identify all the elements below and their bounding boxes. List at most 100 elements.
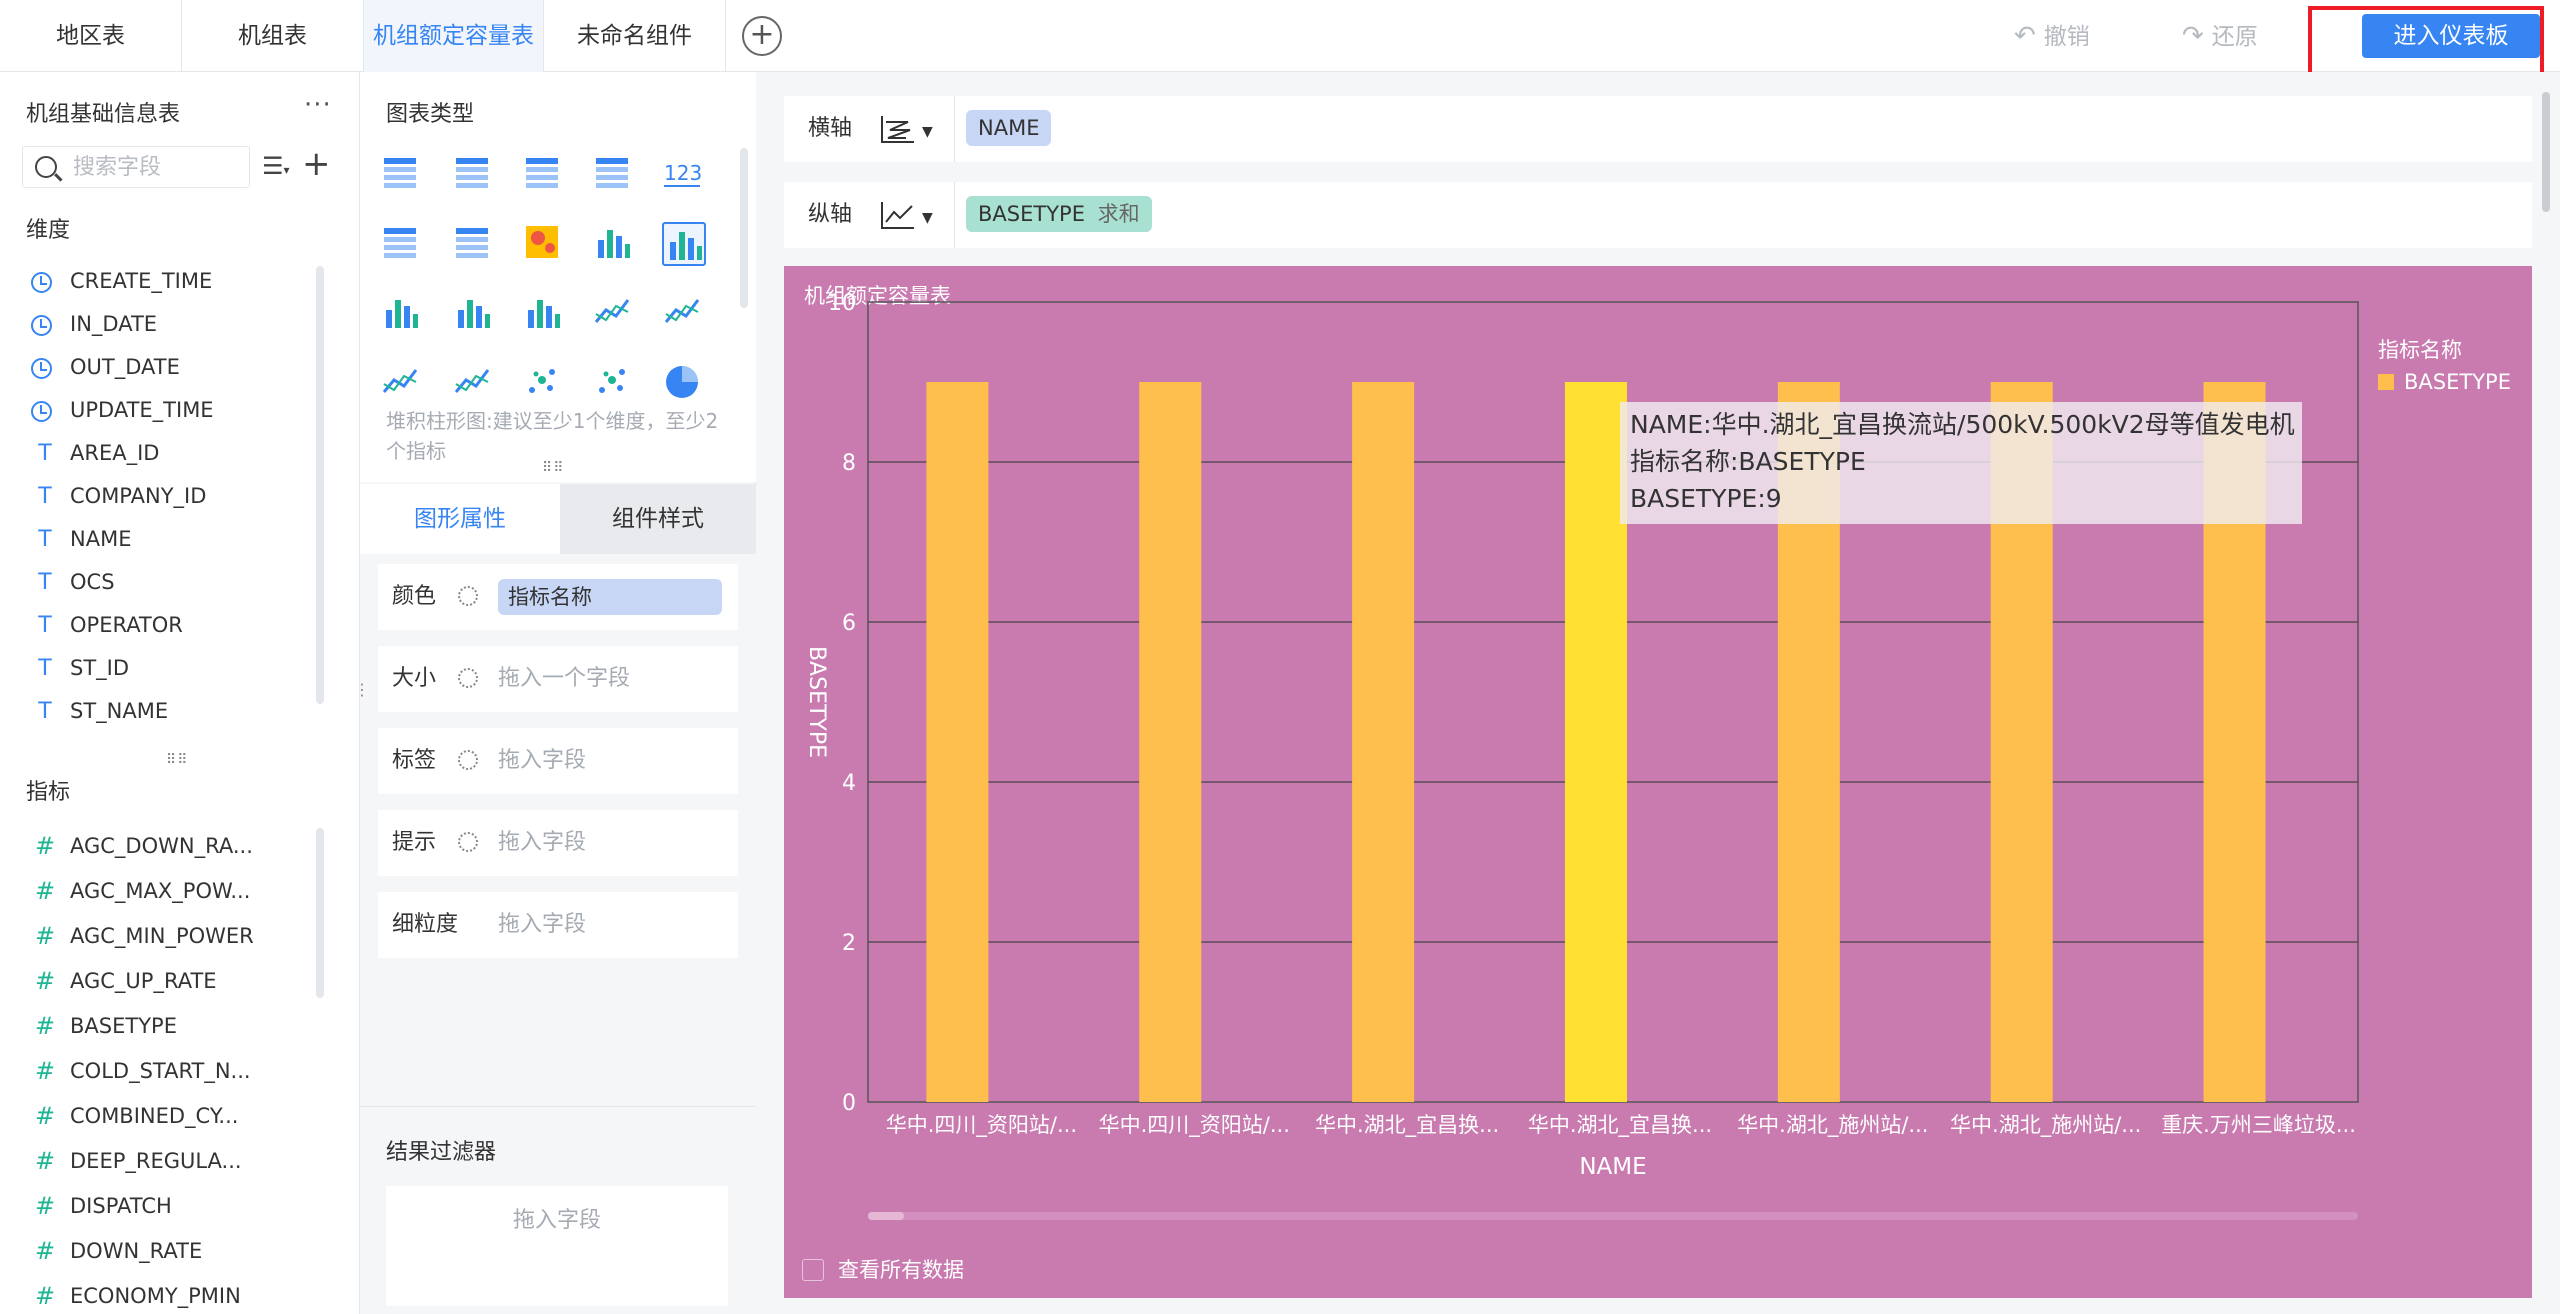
tab-shape-properties[interactable]: 图形属性 [360, 484, 560, 554]
chart-type-scrollbar[interactable] [740, 148, 748, 308]
stacked-column-icon[interactable] [592, 222, 636, 266]
y-axis-type-icon[interactable] [878, 198, 918, 232]
measure-field-label: AGC_DOWN_RA... [70, 834, 253, 858]
heatmap-icon[interactable] [522, 222, 566, 266]
add-tab-button[interactable]: + [742, 16, 782, 56]
view-all-data-checkbox[interactable]: 查看所有数据 [802, 1254, 964, 1284]
gear-icon[interactable] [458, 832, 478, 852]
tab-region-table[interactable]: 地区表 [0, 0, 182, 72]
measure-field[interactable]: # AGC_DOWN_RA... [0, 824, 330, 869]
x-axis-field-pill[interactable]: NAME [966, 110, 1052, 146]
tab-unnamed-component[interactable]: 未命名组件 [544, 0, 726, 72]
y-tick-label: 2 [842, 931, 856, 956]
bar[interactable] [1352, 382, 1415, 1102]
chevron-down-icon[interactable]: ▼ [922, 210, 933, 226]
measure-field[interactable]: # ECONOMY_PMIN [0, 1274, 330, 1314]
dimension-field[interactable]: T ST_ID [0, 647, 330, 690]
x-tick-label: 华中.湖北_施州站/... [1950, 1113, 2141, 1138]
gear-icon[interactable] [458, 750, 478, 770]
measure-field[interactable]: # COLD_START_N... [0, 1049, 330, 1094]
dimension-field[interactable]: IN_DATE [0, 303, 330, 346]
bar[interactable] [926, 382, 989, 1102]
dimension-field[interactable]: UPDATE_TIME [0, 389, 330, 432]
shape-properties: 颜色 指标名称 大小 拖入一个字段 标签 拖入字段 提示 拖入字段 细粒度 拖入… [360, 554, 756, 1174]
measure-field[interactable]: # AGC_MAX_POW... [0, 869, 330, 914]
dimension-resize-handle[interactable]: ⠿⠿ [166, 752, 189, 768]
undo-button[interactable]: ↶ 撤销 [2014, 0, 2090, 72]
dimension-field[interactable]: CREATE_TIME [0, 260, 330, 303]
x-axis-title: NAME [1579, 1154, 1646, 1180]
dimension-field[interactable]: T COMPANY_ID [0, 475, 330, 518]
granularity-dropzone[interactable]: 拖入字段 [498, 892, 586, 958]
bar[interactable] [1564, 382, 1627, 1102]
kpi-card-icon[interactable] [452, 222, 496, 266]
field-search-input[interactable] [73, 151, 243, 183]
chevron-down-icon[interactable]: ▼ [922, 124, 933, 140]
measure-scrollbar[interactable] [316, 828, 324, 998]
more-icon[interactable]: ··· [304, 90, 332, 120]
color-property[interactable]: 颜色 指标名称 [378, 564, 738, 630]
panel-resize-handle[interactable]: ⋮ [354, 680, 371, 699]
measure-field[interactable]: # AGC_MIN_POWER [0, 914, 330, 959]
label-property[interactable]: 标签 拖入字段 [378, 728, 738, 794]
chart-horizontal-scrollbar[interactable] [868, 1212, 2358, 1220]
y-axis-label: 纵轴 [808, 202, 853, 227]
detail-table-icon[interactable] [522, 152, 566, 196]
measure-field[interactable]: # DISPATCH [0, 1184, 330, 1229]
dimension-field[interactable]: T ST_NAME [0, 690, 330, 733]
line-combo-icon[interactable] [662, 292, 706, 336]
size-property[interactable]: 大小 拖入一个字段 [378, 646, 738, 712]
number-type-icon: # [34, 967, 56, 995]
pie-icon[interactable] [662, 362, 706, 406]
table-icon[interactable] [380, 152, 424, 196]
multi-indicator-icon[interactable] [380, 222, 424, 266]
gear-icon[interactable] [458, 586, 478, 606]
bubble-icon[interactable] [592, 362, 636, 406]
gear-icon[interactable] [458, 668, 478, 688]
color-field-pill[interactable]: 指标名称 [498, 579, 722, 615]
chart-type-resize-handle[interactable]: ⠿⠿ [542, 460, 565, 476]
dimension-field[interactable]: T OCS [0, 561, 330, 604]
tab-component-style[interactable]: 组件样式 [560, 484, 756, 554]
tab-unit-table[interactable]: 机组表 [182, 0, 364, 72]
redo-button[interactable]: ↷ 还原 [2182, 0, 2258, 72]
bar[interactable] [1139, 382, 1202, 1102]
label-dropzone[interactable]: 拖入字段 [498, 728, 586, 794]
sort-filter-icon[interactable]: ☰▾ [262, 152, 290, 180]
stacked-bar-icon[interactable] [452, 292, 496, 336]
scroll-thumb[interactable] [868, 1212, 904, 1220]
size-dropzone[interactable]: 拖入一个字段 [498, 646, 630, 712]
column-icon[interactable] [380, 292, 424, 336]
dimension-scrollbar[interactable] [316, 266, 324, 704]
x-axis-type-icon[interactable] [878, 112, 918, 146]
dimension-field[interactable]: T AREA_ID [0, 432, 330, 475]
workspace-scrollbar[interactable] [2542, 92, 2550, 212]
y-axis-field-pill[interactable]: BASETYPE 求和 [966, 196, 1152, 232]
step-chart-icon[interactable] [522, 292, 566, 336]
add-field-icon[interactable]: + [302, 144, 331, 184]
line-area-icon[interactable] [592, 292, 636, 336]
dimension-field[interactable]: T OPERATOR [0, 604, 330, 647]
cross-table-icon[interactable] [452, 152, 496, 196]
tooltip-dropzone[interactable]: 拖入字段 [498, 810, 586, 876]
result-filter-dropzone[interactable]: 拖入字段 [386, 1186, 728, 1306]
measure-field[interactable]: # DEEP_REGULA... [0, 1139, 330, 1184]
tab-unit-capacity-table[interactable]: 机组额定容量表 [364, 0, 544, 72]
dimension-field[interactable]: OUT_DATE [0, 346, 330, 389]
granularity-property[interactable]: 细粒度 拖入字段 [378, 892, 738, 958]
measure-field[interactable]: # COMBINED_CY... [0, 1094, 330, 1139]
dimension-field[interactable]: T NAME [0, 518, 330, 561]
legend-item[interactable]: BASETYPE [2378, 370, 2511, 394]
scatter-icon[interactable] [522, 362, 566, 406]
checkbox-icon[interactable] [802, 1259, 824, 1281]
measure-field[interactable]: # DOWN_RATE [0, 1229, 330, 1274]
grouped-bar-icon[interactable] [662, 222, 706, 266]
trend-icon[interactable] [452, 362, 496, 406]
color-table-icon[interactable] [592, 152, 636, 196]
number-icon[interactable]: 123 [662, 152, 706, 196]
measure-field[interactable]: # BASETYPE [0, 1004, 330, 1049]
radar-icon[interactable] [380, 362, 424, 406]
field-search-box[interactable] [22, 146, 250, 188]
measure-field[interactable]: # AGC_UP_RATE [0, 959, 330, 1004]
tooltip-property[interactable]: 提示 拖入字段 [378, 810, 738, 876]
